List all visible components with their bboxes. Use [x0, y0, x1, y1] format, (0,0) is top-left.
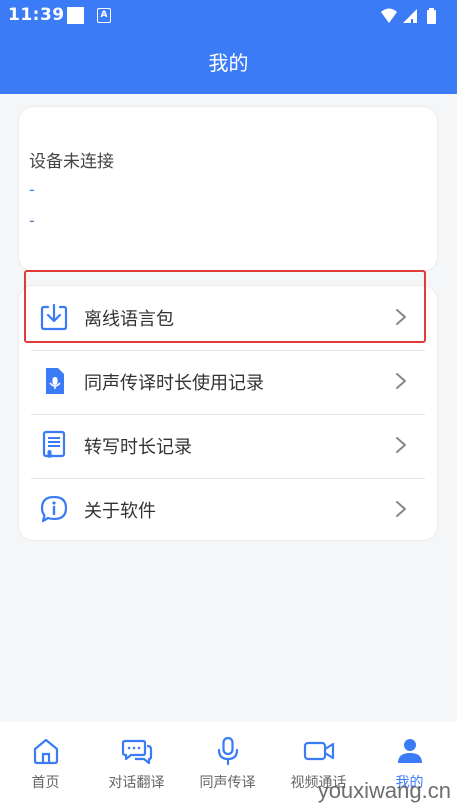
- device-info-line-2: -: [29, 211, 35, 230]
- user-icon: [397, 739, 422, 763]
- device-info-line-1: -: [29, 180, 35, 199]
- status-bar: 11:39 A: [0, 0, 457, 32]
- transcript-icon: [42, 430, 66, 458]
- battery-icon: [427, 8, 436, 24]
- device-status-card: 设备未连接 - -: [19, 107, 437, 271]
- tab-label: 对话翻译: [108, 775, 165, 791]
- chevron-right-icon: [396, 501, 406, 517]
- menu-item-label: 转写时长记录: [84, 437, 192, 458]
- tab-home[interactable]: 首页: [0, 736, 91, 792]
- microphone-icon: [217, 736, 238, 766]
- chevron-right-icon: [396, 437, 406, 453]
- menu-item-label: 关于软件: [84, 501, 156, 522]
- status-time: 11:39: [8, 5, 65, 25]
- tab-label: 同声传译: [199, 775, 256, 791]
- menu-item-interpretation-usage-record[interactable]: 同声传译时长使用记录: [31, 350, 425, 415]
- notification-square-icon: [67, 7, 84, 24]
- tab-label: 首页: [31, 775, 60, 791]
- highlight-annotation-box: [24, 270, 426, 343]
- device-connection-status: 设备未连接: [29, 152, 114, 172]
- document-mic-icon: [46, 368, 64, 394]
- home-icon: [33, 738, 58, 765]
- menu-item-about-software[interactable]: 关于软件: [31, 478, 425, 542]
- tab-dialogue-translation[interactable]: 对话翻译: [91, 736, 182, 792]
- page-title: 我的: [208, 51, 249, 75]
- info-chat-icon: [40, 495, 68, 523]
- menu-item-transcription-record[interactable]: 转写时长记录: [31, 414, 425, 479]
- signal-icon: [403, 9, 417, 23]
- wifi-icon: [381, 8, 397, 23]
- a-notification-icon: A: [97, 8, 111, 23]
- chevron-right-icon: [396, 373, 406, 389]
- app-header: 我的: [0, 32, 457, 94]
- watermark-text: youxiwang.cn: [317, 778, 451, 803]
- status-icons: [379, 6, 449, 26]
- chat-icon: [121, 739, 152, 765]
- menu-item-label: 同声传译时长使用记录: [84, 373, 264, 394]
- tab-simultaneous-interpretation[interactable]: 同声传译: [182, 736, 273, 792]
- video-icon: [303, 741, 334, 761]
